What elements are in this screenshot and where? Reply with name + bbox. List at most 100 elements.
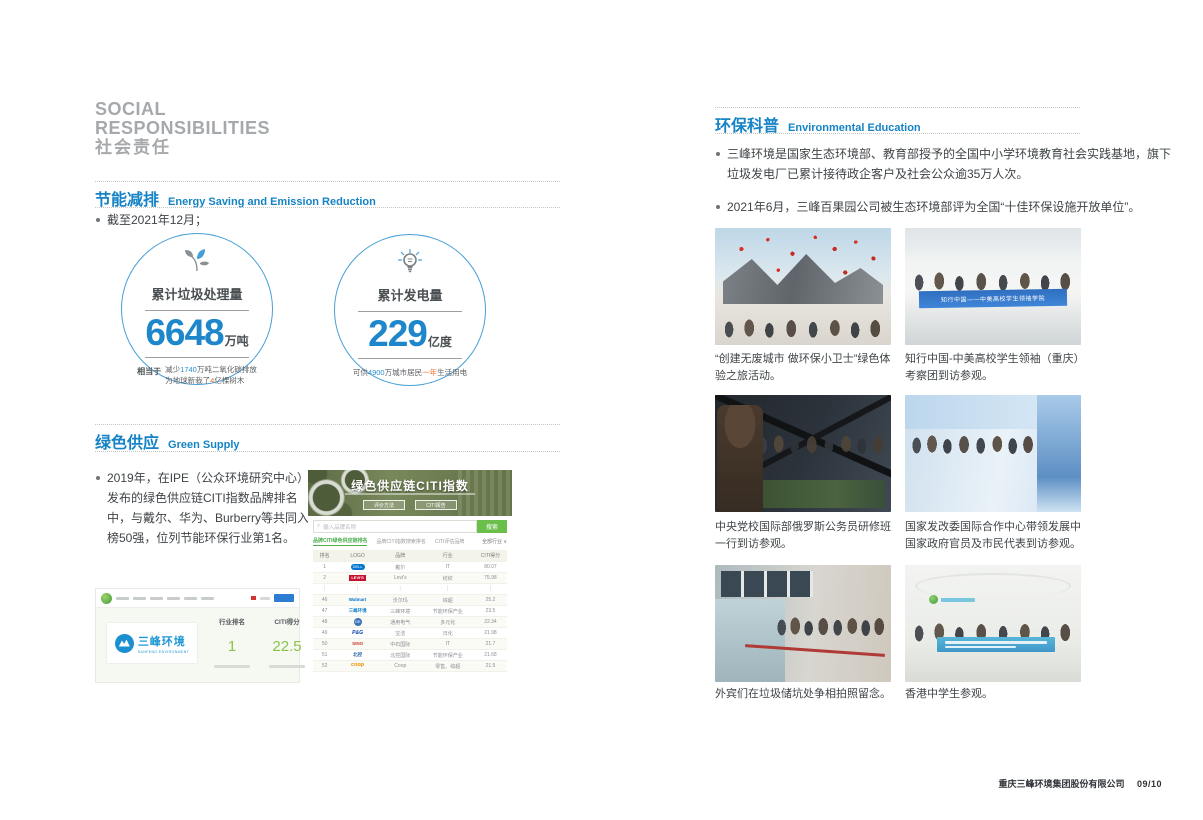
photo-zhixing-china-group: 知行中国——中美高校学生领袖学院: [905, 228, 1081, 345]
waste-value-row: 6648 万吨: [122, 315, 272, 350]
citi-search-button: 搜索: [477, 520, 507, 533]
citi-banner-subtitle-bar: [345, 493, 476, 495]
plant-scale-model: [761, 480, 885, 508]
waste-unit: 万吨: [225, 332, 249, 349]
sanfeng-logo-text: 三峰环境 SANFENG ENVIRONMENT: [138, 632, 189, 654]
nav-item-placeholder: [201, 597, 214, 600]
power-note-m4: 一年: [422, 368, 437, 377]
citi-tab-2: 品牌CITI指数搜索排名: [376, 538, 425, 545]
pg-logo: P&G: [352, 630, 363, 637]
ge-logo: GE: [354, 618, 362, 626]
photo-caption: 国家发改委国际合作中心带领发展中国家政府官员及市民代表到访参观。: [905, 519, 1087, 553]
waste-value: 6648: [145, 315, 223, 350]
citi-ranking-table: 排名 LOGO 品牌 行业 CITI得分 1DELL戴尔IT80.07 2LEV…: [313, 550, 507, 672]
photo-russian-delegation-model: [715, 395, 891, 512]
citi-tabs: 品牌CITI绿色供应链排名 品牌CITI指数搜索排名 CITI评估品牌 全部行业…: [313, 537, 507, 546]
education-bullet-1: 三峰环境是国家生态环境部、教育部授予的全国中小学环境教育社会实践基地，旗下垃圾发…: [715, 144, 1177, 185]
table-row: 1DELL戴尔IT80.07: [313, 562, 507, 573]
blue-display-screen: [1037, 395, 1081, 512]
sino-logo: SINO: [352, 641, 363, 647]
sanfeng-logo-card: 三峰环境 SANFENG ENVIRONMENT: [106, 622, 198, 664]
citi-banner-title: 绿色供应链CITI指数: [308, 477, 512, 494]
visitor-crowd: [755, 429, 887, 459]
industry-rank-label: 行业排名: [206, 616, 258, 626]
waste-note-label: 相当于: [137, 364, 161, 387]
sanfeng-logo-en: SANFENG ENVIRONMENT: [138, 650, 189, 654]
page-title-cn: 社会责任: [95, 139, 270, 157]
table-row: 2LEVI'SLevi's纺织75.98: [313, 573, 507, 584]
power-unit: 亿度: [428, 333, 452, 350]
citi-industry-filter: 全部行业 ∨: [482, 538, 507, 545]
citi-score-label: CITI得分: [264, 616, 310, 626]
atrium-ceiling: [905, 228, 1081, 262]
energy-intro-bullet: 截至2021年12月；: [95, 210, 207, 230]
sanfeng-mountain-icon: [115, 634, 134, 653]
education-bullet-2: 2021年6月，三峰百果园公司被生态环境部评为全国“十佳环保设施开放单位”。: [715, 197, 1177, 217]
citi-search-input: ⌕ 输入品牌名称: [313, 520, 477, 533]
bewg-logo: 北控: [353, 652, 362, 658]
stat-circle-waste: 累计垃圾处理量 6648 万吨 相当于 减少1740万吨二氧化碳排放 为地球新栽…: [121, 233, 273, 385]
page-title-en-line2: RESPONSIBILITIES: [95, 119, 270, 138]
ipe-brand-body: 三峰环境 SANFENG ENVIRONMENT 行业排名 1 CITI得分 2…: [96, 608, 299, 682]
footer-page-number: 09/10: [1137, 779, 1162, 789]
industry-rank-value: 1: [206, 638, 258, 655]
mountain-peaks: [119, 640, 130, 647]
power-note-m2: 4900: [368, 368, 385, 377]
children-crowd: [719, 313, 887, 343]
photo-hongkong-students-group: [905, 565, 1081, 682]
section-green-en: Green Supply: [168, 439, 240, 451]
divider: [95, 181, 560, 182]
foreground-visitor: [717, 405, 763, 512]
power-value-row: 229 亿度: [335, 316, 485, 351]
walmart-logo: Walmart: [349, 597, 367, 603]
wall-logo-icon: [929, 595, 938, 604]
divider: [95, 424, 560, 425]
citi-search-placeholder: 输入品牌名称: [323, 523, 356, 531]
sanfeng-logo: 三峰环境: [349, 608, 367, 614]
officials-crowd: [909, 429, 1037, 459]
table-row: 51北控北控国际节能环保产业21.68: [313, 650, 507, 661]
section-green-heading: 绿色供应 Green Supply: [95, 429, 240, 453]
photo-ndrc-delegation-tour: [905, 395, 1081, 512]
citi-score-value: 22.5: [264, 638, 310, 655]
photo-caption: 知行中国-中美高校学生领袖（重庆）考察团到访参观。: [905, 351, 1087, 385]
power-note: 可供4900万城市居民一年生活用电: [335, 367, 485, 378]
waste-note-n1a: 减少: [165, 365, 180, 374]
ipe-navbar: [96, 589, 299, 608]
waste-note-n1c: 万吨二氧化碳排放: [197, 365, 257, 374]
levis-logo: LEVI'S: [349, 575, 366, 581]
citi-tab-active: 品牌CITI绿色供应链排名: [313, 537, 367, 546]
citi-search-row: ⌕ 输入品牌名称 搜索: [313, 520, 507, 533]
page-footer: 重庆三峰环境集团股份有限公司 09/10: [840, 777, 1162, 790]
citi-banner-buttons: 评价方法 CITI报告: [308, 500, 512, 510]
waste-note-text: 减少1740万吨二氧化碳排放 为地球新栽了4亿棵树木: [165, 364, 257, 387]
report-page: SOCIAL RESPONSIBILITIES 社会责任 节能减排 Energy…: [0, 0, 1203, 820]
waste-note-n1b: 1740: [180, 365, 197, 374]
col-score: CITI得分: [474, 552, 507, 559]
nav-cta-button: [274, 594, 294, 602]
leaf-icon: [122, 247, 272, 275]
nav-item-placeholder: [133, 597, 146, 600]
divider: [145, 310, 249, 311]
citi-score-column: CITI得分 22.5: [264, 616, 310, 668]
fine-print-placeholder: [269, 665, 305, 668]
power-value: 229: [368, 316, 427, 351]
divider: [715, 133, 1080, 134]
power-label: 累计发电量: [335, 285, 485, 304]
divider: [358, 358, 462, 359]
col-rank: 排名: [313, 552, 336, 559]
citi-table-header: 排名 LOGO 品牌 行业 CITI得分: [313, 550, 507, 562]
search-icon: ⌕: [317, 523, 320, 530]
page-title-en-line1: SOCIAL: [95, 100, 270, 119]
dell-logo: DELL: [351, 564, 365, 570]
nav-login-placeholder: [260, 597, 270, 600]
cyan-banner: [937, 637, 1055, 652]
photo-foreign-guests-waste-pit: [715, 565, 891, 682]
footer-company-name: 重庆三峰环境集团股份有限公司: [998, 779, 1124, 789]
divider: [145, 357, 249, 358]
section-green-cn: 绿色供应: [95, 429, 159, 453]
table-row: 46Walmart沃尔玛综超25.2: [313, 595, 507, 606]
citi-banner: 绿色供应链CITI指数 评价方法 CITI报告: [308, 470, 512, 516]
photo-green-experience-activity: [715, 228, 891, 345]
table-row: 52coopCoop零售、综超21.5: [313, 661, 507, 672]
